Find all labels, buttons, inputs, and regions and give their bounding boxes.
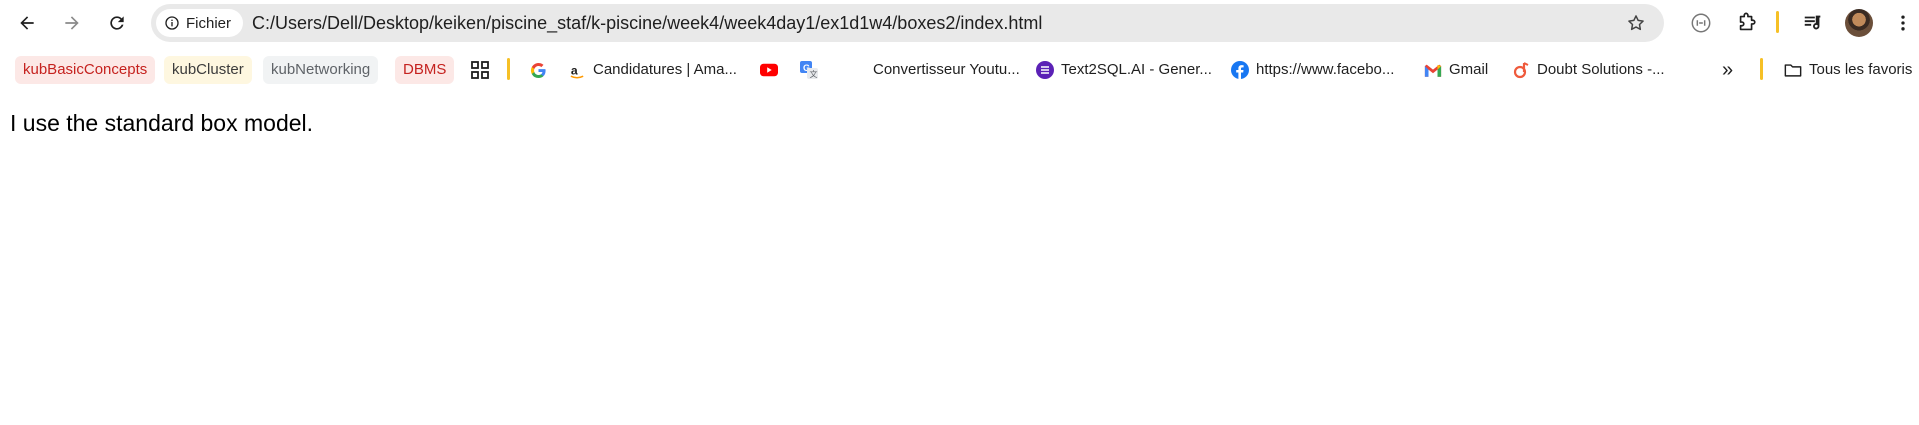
google-lens-icon[interactable] [1688,10,1714,36]
url-text[interactable]: C:/Users/Dell/Desktop/keiken/piscine_sta… [252,4,1042,42]
arrow-left-icon [20,16,34,30]
media-controls-icon[interactable] [1800,10,1826,36]
folder-icon [1784,61,1802,79]
apps-grid-icon [471,61,489,79]
arrow-right-icon [65,16,79,30]
bookmark-group-kubbasicconcepts[interactable]: kubBasicConcepts [15,56,156,84]
bookmark-convertisseur-youtube[interactable]: Convertisseur Youtu... [848,56,1020,84]
bookmarks-bar: kubBasicConcepts kubCluster kubNetworkin… [0,52,1919,88]
toolbar-separator [1776,11,1779,33]
other-bookmarks-folder[interactable]: Tous les favoris [1784,56,1912,84]
svg-text:文: 文 [810,69,818,79]
browser-toolbar: Fichier C:/Users/Dell/Desktop/keiken/pis… [0,0,1919,46]
bookmark-text2sql[interactable]: Text2SQL.AI - Gener... [1036,56,1212,84]
bookmark-label: Gmail [1449,61,1489,78]
bookmark-group-label: kubBasicConcepts [23,61,148,78]
browser-menu-icon[interactable] [1890,10,1916,36]
bookmark-youtube[interactable] [760,56,778,84]
bookmark-label: Convertisseur Youtu... [873,61,1020,78]
bookmark-doubt-solutions[interactable]: Doubt Solutions -... [1512,56,1665,84]
facebook-icon [1231,61,1249,79]
gmail-icon [1424,61,1442,79]
bookmark-label: Candidatures | Ama... [593,61,737,78]
bookmark-group-kubcluster[interactable]: kubCluster [164,56,252,84]
page-body-text: I use the standard box model. [10,110,314,136]
bookmark-label: https://www.facebo... [1256,61,1395,78]
bookmark-google[interactable] [529,56,547,84]
profile-avatar[interactable] [1845,9,1873,37]
bookmark-group-label: kubCluster [172,61,244,78]
google-translate-icon: G 文 [800,61,818,79]
extensions-icon[interactable] [1734,10,1760,36]
bookmark-google-translate[interactable]: G 文 [800,56,818,84]
youtube-icon [760,61,778,79]
bookmark-label: Doubt Solutions -... [1537,61,1665,78]
info-icon [165,16,179,30]
svg-text:a: a [570,63,577,77]
bookmark-label: Text2SQL.AI - Gener... [1061,61,1212,78]
back-button[interactable] [10,6,44,40]
chevron-double-right-icon: » [1722,59,1734,81]
apps-button[interactable] [471,56,489,84]
blank-icon [848,61,866,79]
bookmark-group-dbms[interactable]: DBMS [395,56,455,84]
address-bar[interactable]: Fichier C:/Users/Dell/Desktop/keiken/pis… [151,4,1664,42]
amazon-icon: a [568,61,586,79]
bookmark-group-kubnetworking[interactable]: kubNetworking [263,56,379,84]
bookmark-star-icon[interactable] [1626,13,1646,33]
bookmark-facebook[interactable]: https://www.facebo... [1231,56,1394,84]
text2sql-icon [1036,61,1054,79]
bookmark-candidatures-amazon[interactable]: a Candidatures | Ama... [568,56,737,84]
bookmark-group-label: DBMS [403,61,447,78]
reload-button[interactable] [100,6,134,40]
reload-icon [110,16,124,30]
bookmark-gmail[interactable]: Gmail [1424,56,1488,84]
bookmark-group-label: kubNetworking [271,61,371,78]
doubt-solutions-icon [1512,61,1530,79]
other-bookmarks-label: Tous les favoris [1809,61,1913,78]
bookmarks-separator [507,58,510,80]
site-chip-label: Fichier [186,14,232,32]
site-info-chip[interactable]: Fichier [156,9,244,37]
forward-button[interactable] [55,6,89,40]
google-icon [529,61,547,79]
bookmarks-overflow-button[interactable]: » [1722,56,1733,84]
bookmarks-separator [1760,58,1763,80]
